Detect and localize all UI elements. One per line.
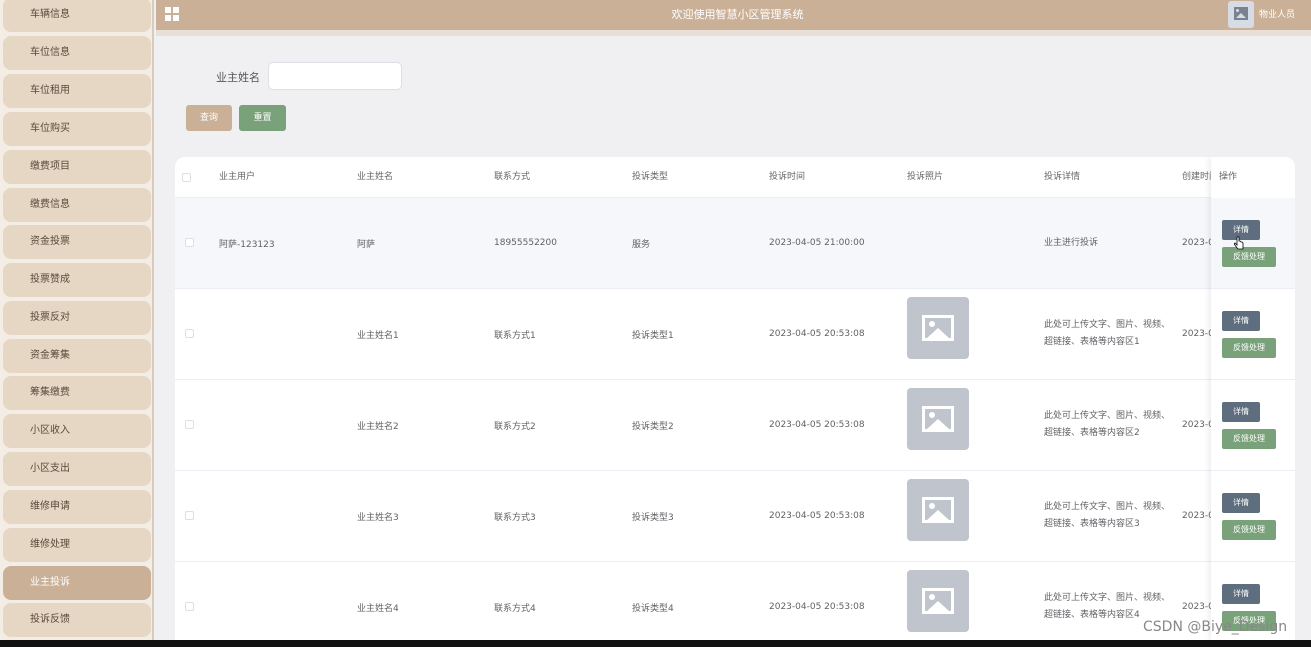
row-checkbox[interactable]	[185, 238, 194, 247]
sidebar-item[interactable]: 车位购买	[3, 112, 151, 146]
sidebar-item[interactable]: 小区支出	[3, 452, 151, 486]
feedback-process-button[interactable]: 反馈处理	[1222, 429, 1276, 449]
column-header-phone: 联系方式	[494, 172, 531, 182]
action-column: 操作 详情 反馈处理 详情 反馈处理 详情 反馈处理 详情 反馈处理 详情 反馈处理	[1211, 157, 1295, 640]
table-row: 业主姓名4 联系方式4 投诉类型4 2023-04-05 20:53:08 此处可上传文…	[175, 562, 1295, 640]
created-cell: 2023-0	[1182, 420, 1214, 430]
sidebar-item[interactable]: 车辆信息	[3, 0, 151, 32]
name-cell: 业主姓名2	[357, 421, 399, 432]
table-row: 业主姓名1 联系方式1 投诉类型1 2023-04-05 20:53:08 此处可上传文…	[175, 289, 1295, 380]
complaint-photo-placeholder-icon	[907, 570, 969, 632]
avatar[interactable]	[1228, 1, 1254, 28]
time-cell: 2023-04-05 20:53:08	[769, 420, 865, 430]
user-role-label: 物业人员	[1259, 10, 1296, 20]
image-icon	[1234, 7, 1248, 20]
feedback-process-button[interactable]: 反馈处理	[1222, 338, 1276, 358]
detail-button[interactable]: 详情	[1222, 402, 1260, 422]
type-cell: 服务	[632, 239, 651, 250]
feedback-process-button[interactable]: 反馈处理	[1222, 520, 1276, 540]
column-header-actions: 操作	[1219, 172, 1238, 182]
taskbar-strip	[0, 640, 1311, 647]
watermark: CSDN @Biye_Design	[1143, 619, 1288, 635]
name-cell: 业主姓名3	[357, 512, 399, 523]
owner-name-label: 业主姓名	[216, 71, 260, 84]
time-cell: 2023-04-05 20:53:08	[769, 511, 865, 521]
feedback-process-button[interactable]: 反馈处理	[1222, 247, 1276, 267]
owner-name-input[interactable]	[268, 62, 402, 90]
top-header: 欢迎使用智慧小区管理系统 物业人员	[156, 0, 1311, 30]
action-cell: 详情 反馈处理	[1211, 380, 1295, 471]
sidebar-item[interactable]: 缴费项目	[3, 150, 151, 184]
detail-cell: 此处可上传文字、图片、视频、超链接、表格等内容区2	[1044, 411, 1171, 438]
detail-cell: 此处可上传文字、图片、视频、超链接、表格等内容区1	[1044, 320, 1171, 347]
column-header-user: 业主用户	[219, 172, 256, 182]
column-header-detail: 投诉详情	[1044, 172, 1081, 182]
column-header-photo: 投诉照片	[907, 172, 944, 182]
reset-button[interactable]: 重置	[239, 105, 286, 131]
time-cell: 2023-04-05 20:53:08	[769, 329, 865, 339]
action-cell: 详情 反馈处理	[1211, 198, 1295, 289]
column-header-time: 投诉时间	[769, 172, 806, 182]
detail-button[interactable]: 详情	[1222, 584, 1260, 604]
sidebar-item[interactable]: 车位租用	[3, 74, 151, 108]
created-cell: 2023-0	[1182, 511, 1214, 521]
phone-cell: 联系方式4	[494, 603, 536, 614]
phone-cell: 联系方式2	[494, 421, 536, 432]
detail-cell: 此处可上传文字、图片、视频、超链接、表格等内容区3	[1044, 502, 1171, 529]
header-divider	[156, 30, 1311, 36]
page-title: 欢迎使用智慧小区管理系统	[671, 8, 804, 21]
type-cell: 投诉类型4	[632, 603, 674, 614]
complaint-photo-placeholder-icon	[907, 388, 969, 450]
type-cell: 投诉类型2	[632, 421, 674, 432]
created-cell: 2023-0	[1182, 329, 1214, 339]
phone-cell: 联系方式3	[494, 512, 536, 523]
type-cell: 投诉类型3	[632, 512, 674, 523]
sidebar-item[interactable]: 资金筹集	[3, 339, 151, 373]
action-cell: 详情 反馈处理	[1211, 471, 1295, 562]
phone-cell: 联系方式1	[494, 330, 536, 341]
column-header-type: 投诉类型	[632, 172, 669, 182]
sidebar-item[interactable]: 小区收入	[3, 414, 151, 448]
time-cell: 2023-04-05 20:53:08	[769, 602, 865, 612]
sidebar: 车辆信息车位信息车位租用车位购买缴费项目缴费信息 资金投票投票赞成投票反对资金筹集…	[0, 0, 154, 640]
row-checkbox[interactable]	[185, 329, 194, 338]
action-cell: 详情 反馈处理	[1211, 289, 1295, 380]
complaint-table: 业主用户 业主姓名 联系方式 投诉类型 投诉时间 投诉照片 投诉详情 创建时间 …	[175, 157, 1295, 640]
complaint-photo-placeholder-icon	[907, 479, 969, 541]
table-row: 阿萨-123123 阿萨 18955552200 服务 2023-04-05 21:00…	[175, 198, 1295, 289]
sidebar-item[interactable]: 业主投诉	[3, 566, 151, 600]
query-button[interactable]: 查询	[186, 105, 232, 131]
detail-cell: 业主进行投诉	[1044, 237, 1099, 248]
sidebar-item[interactable]: 筹集缴费	[3, 376, 151, 410]
name-cell: 阿萨	[357, 239, 376, 250]
sidebar-item[interactable]: 投诉反馈	[3, 603, 151, 637]
sidebar-item[interactable]: 车位信息	[3, 36, 151, 70]
type-cell: 投诉类型1	[632, 330, 674, 341]
name-cell: 业主姓名1	[357, 330, 399, 341]
created-cell: 2023-0	[1182, 238, 1214, 248]
sidebar-item[interactable]: 缴费信息	[3, 188, 151, 222]
sidebar-item[interactable]: 维修申请	[3, 490, 151, 524]
complaint-photo-placeholder-icon	[907, 297, 969, 359]
time-cell: 2023-04-05 21:00:00	[769, 238, 865, 248]
sidebar-item[interactable]: 投票赞成	[3, 263, 151, 297]
select-all-checkbox[interactable]	[182, 173, 191, 182]
column-header-name: 业主姓名	[357, 172, 394, 182]
name-cell: 业主姓名4	[357, 603, 399, 614]
table-row: 业主姓名3 联系方式3 投诉类型3 2023-04-05 20:53:08 此处可上传文…	[175, 471, 1295, 562]
phone-cell: 18955552200	[494, 238, 557, 248]
row-checkbox[interactable]	[185, 511, 194, 520]
sidebar-item[interactable]: 维修处理	[3, 528, 151, 562]
table-row: 业主姓名2 联系方式2 投诉类型2 2023-04-05 20:53:08 此处可上传文…	[175, 380, 1295, 471]
row-checkbox[interactable]	[185, 602, 194, 611]
user-cell: 阿萨-123123	[219, 239, 275, 250]
mouse-cursor-icon	[1234, 236, 1244, 250]
sidebar-item[interactable]: 投票反对	[3, 301, 151, 335]
detail-button[interactable]: 详情	[1222, 311, 1260, 331]
detail-button[interactable]: 详情	[1222, 493, 1260, 513]
row-checkbox[interactable]	[185, 420, 194, 429]
sidebar-item[interactable]: 资金投票	[3, 225, 151, 259]
